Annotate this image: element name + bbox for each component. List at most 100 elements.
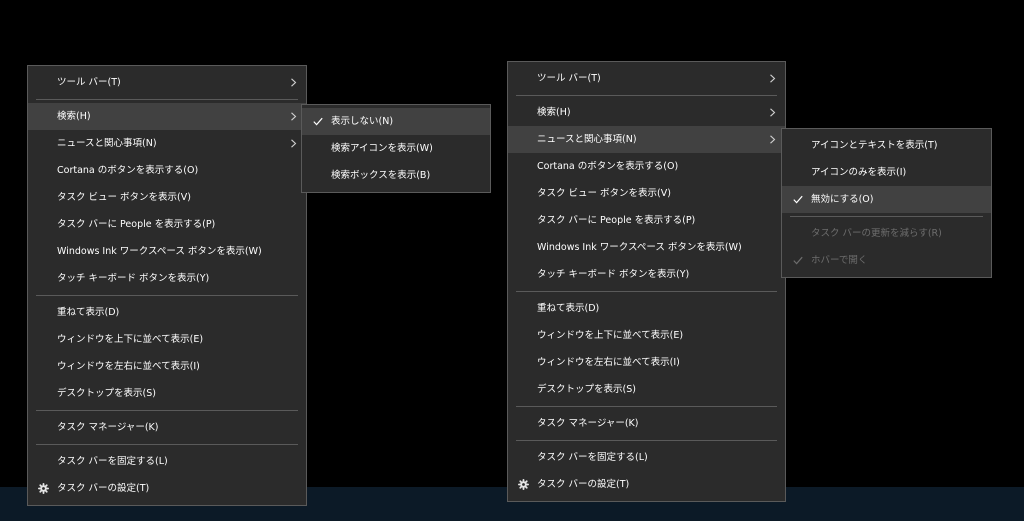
menu-item-label: ウィンドウを上下に並べて表示(E) <box>57 334 204 345</box>
menu-separator <box>516 440 777 441</box>
taskbar-context-menu-left: ツール バー(T) 検索(H) ニュースと関心事項(N) Cortana のボタ… <box>27 65 307 506</box>
menu-item-toolbars[interactable]: ツール バー(T) <box>508 65 785 92</box>
menu-item-toolbars[interactable]: ツール バー(T) <box>28 69 306 96</box>
news-and-interests-submenu: アイコンとテキストを表示(T) アイコンのみを表示(I) 無効にする(O) タス… <box>781 128 992 278</box>
submenu-item-show-search-box[interactable]: 検索ボックスを表示(B) <box>302 162 490 189</box>
menu-item-show-people[interactable]: タスク バーに People を表示する(P) <box>508 207 785 234</box>
menu-item-label: 重ねて表示(D) <box>57 307 120 318</box>
chevron-right-icon <box>768 74 777 83</box>
menu-item-label: タスク マネージャー(K) <box>57 422 159 433</box>
menu-item-news-and-interests[interactable]: ニュースと関心事項(N) <box>508 126 785 153</box>
menu-item-label: Windows Ink ワークスペース ボタンを表示(W) <box>57 246 262 257</box>
menu-separator <box>36 295 298 296</box>
chevron-right-icon <box>768 135 777 144</box>
menu-item-label: タスク マネージャー(K) <box>537 418 639 429</box>
menu-item-label: アイコンのみを表示(I) <box>811 167 907 178</box>
checkmark-icon <box>793 256 803 265</box>
menu-item-label: 検索アイコンを表示(W) <box>331 143 433 154</box>
menu-separator <box>516 95 777 96</box>
menu-item-show-desktop[interactable]: デスクトップを表示(S) <box>508 376 785 403</box>
menu-item-show-task-view-button[interactable]: タスク ビュー ボタンを表示(V) <box>508 180 785 207</box>
chevron-right-icon <box>768 108 777 117</box>
menu-item-label: デスクトップを表示(S) <box>537 384 636 395</box>
menu-item-label: アイコンとテキストを表示(T) <box>811 140 938 151</box>
checkmark-icon <box>313 117 323 126</box>
menu-item-lock-taskbar[interactable]: タスク バーを固定する(L) <box>28 448 306 475</box>
chevron-right-icon <box>289 139 298 148</box>
menu-item-news-and-interests[interactable]: ニュースと関心事項(N) <box>28 130 306 157</box>
menu-item-label: タスク バーの設定(T) <box>537 479 630 490</box>
menu-item-stack-windows[interactable]: ウィンドウを上下に並べて表示(E) <box>508 322 785 349</box>
menu-item-label: 表示しない(N) <box>331 116 394 127</box>
menu-item-taskbar-settings[interactable]: タスク バーの設定(T) <box>28 475 306 502</box>
menu-item-show-people[interactable]: タスク バーに People を表示する(P) <box>28 211 306 238</box>
menu-item-show-cortana-button[interactable]: Cortana のボタンを表示する(O) <box>28 157 306 184</box>
menu-item-task-manager[interactable]: タスク マネージャー(K) <box>28 414 306 441</box>
menu-separator <box>516 291 777 292</box>
menu-item-label: Cortana のボタンを表示する(O) <box>537 161 679 172</box>
menu-item-label: ツール バー(T) <box>57 77 121 88</box>
submenu-item-open-on-hover: ホバーで開く <box>782 247 991 274</box>
menu-item-label: ホバーで開く <box>811 255 868 266</box>
menu-item-label: タスク バーの更新を減らす(R) <box>811 228 942 239</box>
submenu-item-turn-off[interactable]: 無効にする(O) <box>782 186 991 213</box>
menu-separator <box>516 406 777 407</box>
menu-item-label: ニュースと関心事項(N) <box>537 134 637 145</box>
menu-separator <box>36 410 298 411</box>
menu-item-show-touch-keyboard[interactable]: タッチ キーボード ボタンを表示(Y) <box>28 265 306 292</box>
menu-item-taskbar-settings[interactable]: タスク バーの設定(T) <box>508 471 785 498</box>
taskbar-context-menu-right: ツール バー(T) 検索(H) ニュースと関心事項(N) Cortana のボタ… <box>507 61 786 502</box>
menu-separator <box>36 444 298 445</box>
menu-item-cascade-windows[interactable]: 重ねて表示(D) <box>508 295 785 322</box>
menu-item-show-windows-ink[interactable]: Windows Ink ワークスペース ボタンを表示(W) <box>508 234 785 261</box>
menu-item-label: タッチ キーボード ボタンを表示(Y) <box>57 273 210 284</box>
menu-item-label: 重ねて表示(D) <box>537 303 600 314</box>
menu-item-label: タスク バーに People を表示する(P) <box>537 215 696 226</box>
menu-item-show-windows-ink[interactable]: Windows Ink ワークスペース ボタンを表示(W) <box>28 238 306 265</box>
menu-item-label: ニュースと関心事項(N) <box>57 138 157 149</box>
menu-item-label: タスク バーを固定する(L) <box>537 452 648 463</box>
menu-item-show-desktop[interactable]: デスクトップを表示(S) <box>28 380 306 407</box>
menu-item-label: ウィンドウを左右に並べて表示(I) <box>537 357 680 368</box>
menu-item-label: Cortana のボタンを表示する(O) <box>57 165 199 176</box>
menu-item-label: 検索ボックスを表示(B) <box>331 170 431 181</box>
menu-item-label: 検索(H) <box>57 111 91 122</box>
submenu-item-show-icon-and-text[interactable]: アイコンとテキストを表示(T) <box>782 132 991 159</box>
menu-item-search[interactable]: 検索(H) <box>508 99 785 126</box>
menu-item-label: タッチ キーボード ボタンを表示(Y) <box>537 269 690 280</box>
menu-item-label: タスク バーの設定(T) <box>57 483 150 494</box>
submenu-item-reduce-taskbar-updates: タスク バーの更新を減らす(R) <box>782 220 991 247</box>
menu-item-task-manager[interactable]: タスク マネージャー(K) <box>508 410 785 437</box>
menu-item-label: タスク バーを固定する(L) <box>57 456 168 467</box>
menu-item-label: 無効にする(O) <box>811 194 874 205</box>
menu-item-label: 検索(H) <box>537 107 571 118</box>
menu-item-lock-taskbar[interactable]: タスク バーを固定する(L) <box>508 444 785 471</box>
menu-item-stack-windows[interactable]: ウィンドウを上下に並べて表示(E) <box>28 326 306 353</box>
menu-item-label: タスク バーに People を表示する(P) <box>57 219 216 230</box>
menu-item-label: タスク ビュー ボタンを表示(V) <box>537 188 671 199</box>
menu-item-label: ツール バー(T) <box>537 73 601 84</box>
submenu-item-hidden[interactable]: 表示しない(N) <box>302 108 490 135</box>
menu-item-label: ウィンドウを左右に並べて表示(I) <box>57 361 200 372</box>
menu-item-show-touch-keyboard[interactable]: タッチ キーボード ボタンを表示(Y) <box>508 261 785 288</box>
menu-item-side-by-side-windows[interactable]: ウィンドウを左右に並べて表示(I) <box>28 353 306 380</box>
menu-separator <box>36 99 298 100</box>
chevron-right-icon <box>289 78 298 87</box>
chevron-right-icon <box>289 112 298 121</box>
gear-icon <box>38 483 49 494</box>
checkmark-icon <box>793 195 803 204</box>
menu-item-show-task-view-button[interactable]: タスク ビュー ボタンを表示(V) <box>28 184 306 211</box>
gear-icon <box>518 479 529 490</box>
menu-item-side-by-side-windows[interactable]: ウィンドウを左右に並べて表示(I) <box>508 349 785 376</box>
menu-item-show-cortana-button[interactable]: Cortana のボタンを表示する(O) <box>508 153 785 180</box>
search-submenu: 表示しない(N) 検索アイコンを表示(W) 検索ボックスを表示(B) <box>301 104 491 193</box>
menu-separator <box>790 216 983 217</box>
submenu-item-show-search-icon[interactable]: 検索アイコンを表示(W) <box>302 135 490 162</box>
menu-item-label: デスクトップを表示(S) <box>57 388 156 399</box>
menu-item-label: タスク ビュー ボタンを表示(V) <box>57 192 191 203</box>
menu-item-label: Windows Ink ワークスペース ボタンを表示(W) <box>537 242 742 253</box>
submenu-item-show-icon-only[interactable]: アイコンのみを表示(I) <box>782 159 991 186</box>
menu-item-search[interactable]: 検索(H) <box>28 103 306 130</box>
menu-item-cascade-windows[interactable]: 重ねて表示(D) <box>28 299 306 326</box>
menu-item-label: ウィンドウを上下に並べて表示(E) <box>537 330 684 341</box>
